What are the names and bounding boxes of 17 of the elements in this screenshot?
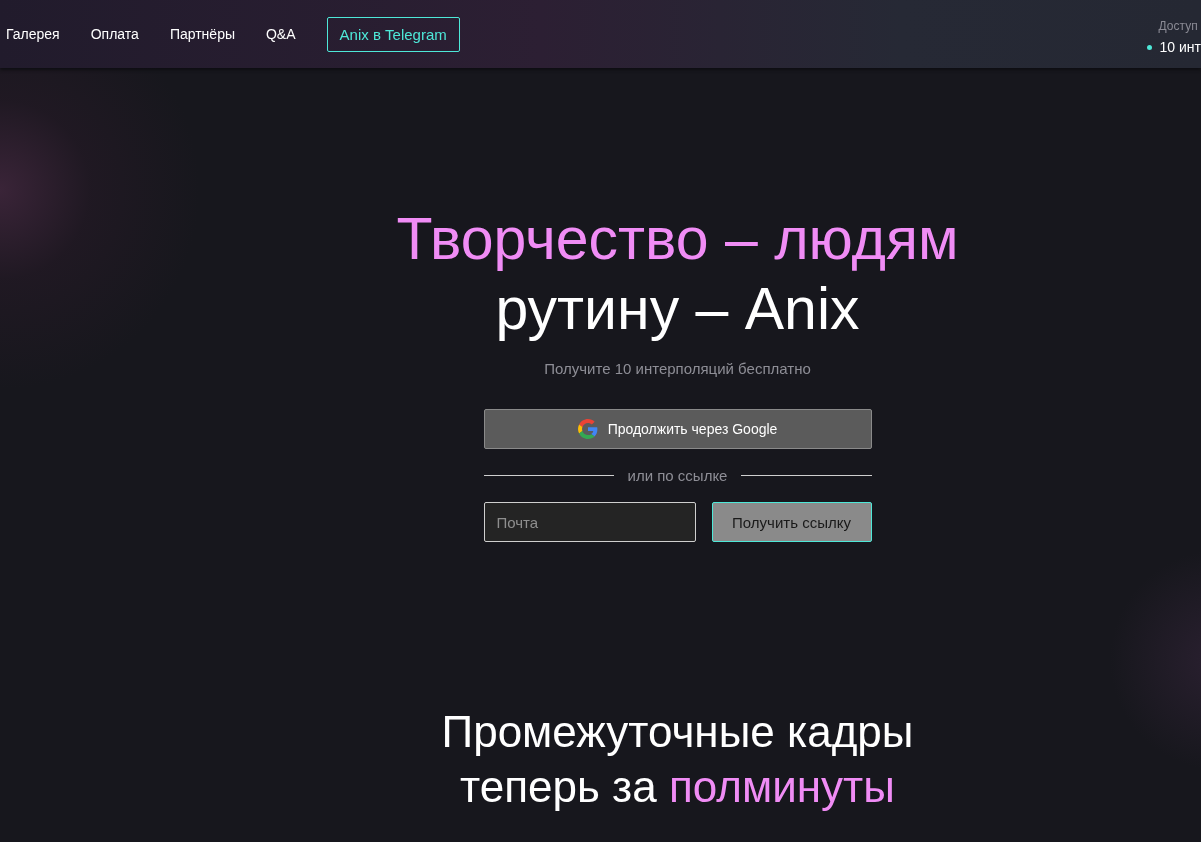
hero-title: рутину – Anix: [495, 275, 860, 344]
balance-label: Доступ: [1157, 19, 1198, 33]
section-heading: теперь за полминуты: [460, 761, 895, 813]
hero-title: Творчество – людям: [396, 205, 959, 274]
nav-link[interactable]: Партнёры: [169, 26, 235, 42]
telegram-button[interactable]: Anix в Telegram: [326, 16, 460, 52]
google-button[interactable]: Продолжить через Google: [483, 409, 872, 449]
balance-value: 10 инт: [1159, 39, 1201, 55]
nav-link[interactable]: Q&A: [266, 26, 296, 42]
hero-subtitle: Получите 10 интерполяций бесплатно: [544, 360, 811, 377]
nav-link[interactable]: Галерея: [6, 26, 60, 42]
section-heading: Промежуточные кадры: [441, 706, 914, 758]
get-link-button[interactable]: Получить ссылку: [711, 502, 872, 542]
nav-link[interactable]: Оплата: [90, 26, 139, 42]
divider-text: или по ссылке: [627, 467, 728, 484]
google-icon: [577, 419, 598, 439]
email-field[interactable]: Почта: [483, 502, 696, 542]
